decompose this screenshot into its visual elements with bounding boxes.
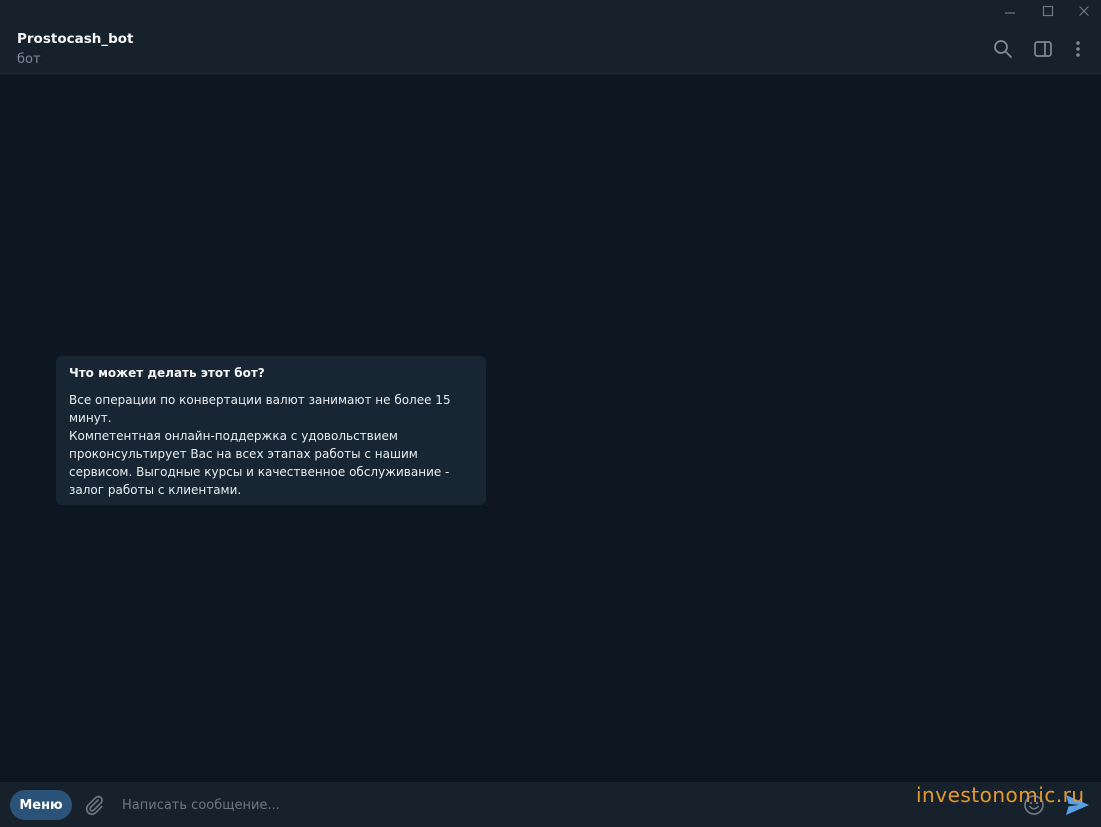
minimize-button[interactable] [992,0,1028,22]
more-icon [1076,41,1080,57]
chat-header[interactable]: Prostocash_bot бот [0,22,1101,76]
close-button[interactable] [1066,0,1101,22]
message-area[interactable]: Что может делать этот бот? Все операции … [0,76,1101,781]
attach-button[interactable] [81,792,107,818]
chat-title[interactable]: Prostocash_bot [17,31,134,47]
minimize-icon [1005,12,1015,14]
title-bar [0,0,1101,22]
maximize-icon [1042,5,1054,17]
bot-info-card: Что может делать этот бот? Все операции … [56,356,486,505]
sidebar-toggle-icon [1034,41,1052,57]
bot-info-title: Что может делать этот бот? [69,366,265,380]
menu-button[interactable]: Меню [10,790,72,820]
telegram-window: Prostocash_bot бот Что может делать этот… [0,0,1101,827]
sidebar-toggle-button[interactable] [1030,36,1056,62]
chat-status: бот [17,52,41,67]
bot-info-description: Все операции по конвертации валют занима… [69,393,451,497]
search-button[interactable] [990,36,1016,62]
message-input[interactable] [122,790,992,820]
more-options-button[interactable] [1065,36,1091,62]
close-icon [1079,6,1089,16]
paperclip-icon [85,795,103,815]
maximize-button[interactable] [1030,0,1066,22]
watermark: investonomic.ru [916,783,1085,807]
search-icon [994,40,1012,58]
